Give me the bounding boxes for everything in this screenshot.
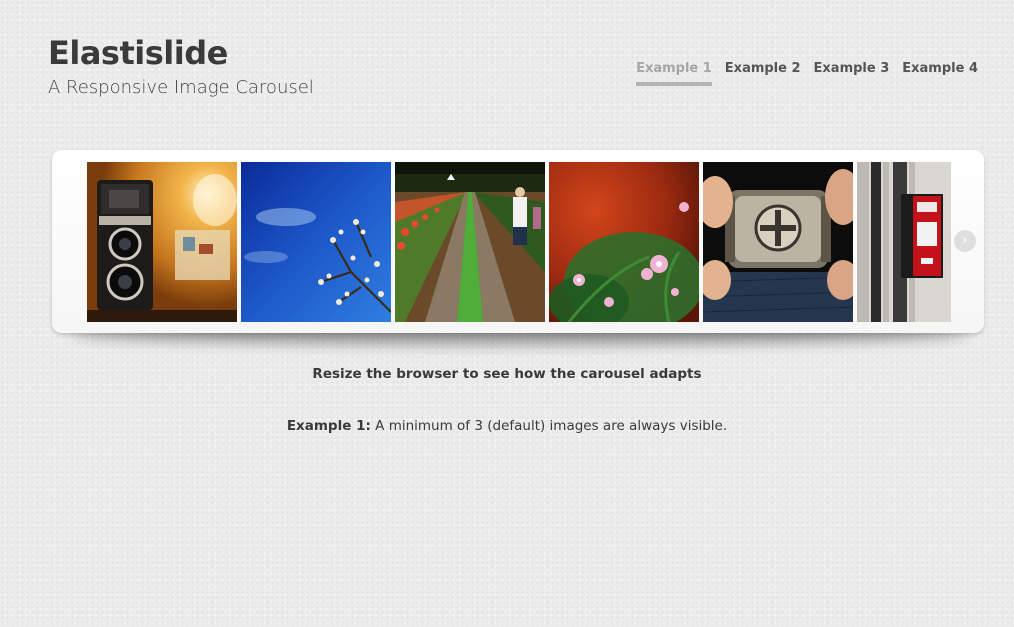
garden-path-photo-icon	[395, 162, 545, 322]
nav-example-1[interactable]: Example 1	[636, 60, 712, 86]
carousel-thumbnail-pink-flowers[interactable]	[549, 162, 699, 322]
page-title: Elastislide	[48, 34, 228, 72]
example-description-text: A minimum of 3 (default) images are alwa…	[370, 418, 728, 434]
carousel-thumbnail-fire-alarm[interactable]	[857, 162, 951, 322]
buckle-photo-icon	[703, 162, 853, 322]
nav-example-3[interactable]: Example 3	[814, 60, 890, 86]
nav-example-4[interactable]: Example 4	[902, 60, 978, 86]
nav-example-2[interactable]: Example 2	[725, 60, 801, 86]
next-arrow-icon[interactable]: ›	[954, 230, 976, 252]
example-nav: Example 1 Example 2 Example 3 Example 4	[636, 60, 978, 86]
example-description: Example 1: A minimum of 3 (default) imag…	[0, 418, 1014, 434]
fire-alarm-photo-icon	[857, 162, 951, 322]
carousel-track	[87, 162, 951, 322]
example-description-label: Example 1:	[286, 418, 371, 434]
image-carousel: ›	[52, 150, 984, 333]
camera-photo-icon	[87, 162, 237, 322]
carousel-thumbnail-garden-path[interactable]	[395, 162, 545, 322]
sky-blossoms-photo-icon	[241, 162, 391, 322]
carousel-thumbnail-camera[interactable]	[87, 162, 237, 322]
header: Elastislide A Responsive Image Carousel	[48, 34, 314, 100]
resize-hint: Resize the browser to see how the carous…	[312, 366, 702, 382]
pink-flowers-photo-icon	[549, 162, 699, 322]
page-subtitle: A Responsive Image Carousel	[48, 77, 314, 98]
carousel-thumbnail-sky-blossoms[interactable]	[241, 162, 391, 322]
carousel-thumbnail-buckle[interactable]	[703, 162, 853, 322]
